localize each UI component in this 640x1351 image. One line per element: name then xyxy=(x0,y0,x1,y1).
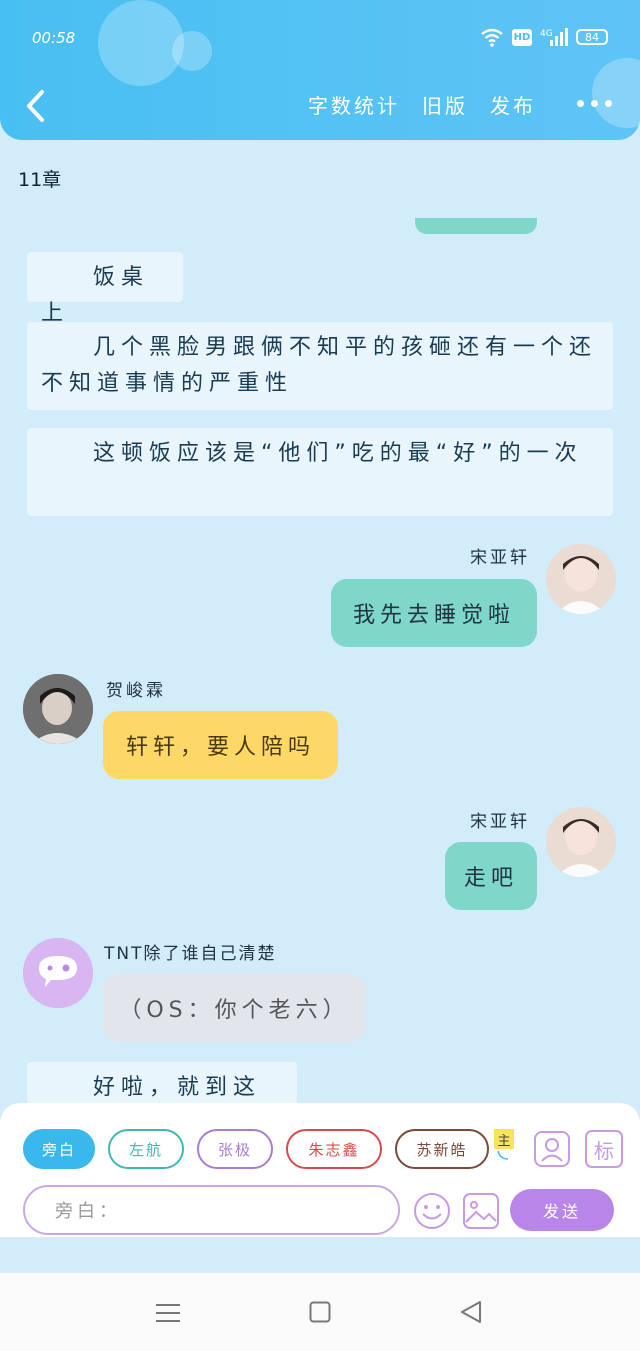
network-type: 4G xyxy=(540,29,553,39)
hd-icon: HD xyxy=(512,28,532,46)
role-chip-zhuzhixin[interactable]: 朱志鑫 xyxy=(286,1129,382,1169)
hook-icon xyxy=(497,1150,509,1160)
battery-icon: 84 xyxy=(576,29,608,45)
sender-name: 宋亚轩 xyxy=(470,812,530,832)
mark-button[interactable]: 标 xyxy=(585,1130,623,1168)
avatar[interactable] xyxy=(546,807,616,877)
decor-bubble xyxy=(98,0,184,86)
narration-block[interactable]: 几个黑脸男跟俩不知平的孩砸还有一个还不知道事情的严重性 xyxy=(27,322,613,410)
back-arrow-icon[interactable] xyxy=(22,88,48,124)
role-chip-narrator[interactable]: 旁白 xyxy=(23,1129,95,1169)
back-triangle-icon[interactable] xyxy=(459,1300,483,1324)
more-icon[interactable] xyxy=(577,100,612,107)
message-bubble[interactable]: 走吧 xyxy=(445,842,537,910)
chat-bubble-avatar-icon xyxy=(23,938,93,1008)
decor-bubble xyxy=(592,58,640,128)
narration-block[interactable]: 饭桌上 xyxy=(27,252,183,326)
role-chip-zhangji[interactable]: 张极 xyxy=(197,1129,273,1169)
message-input[interactable]: 旁白： xyxy=(23,1185,400,1235)
avatar[interactable] xyxy=(23,674,93,744)
image-icon[interactable] xyxy=(462,1192,500,1230)
header-links: 字数统计 旧版 发布 xyxy=(308,90,536,119)
person-avatar-icon xyxy=(546,544,616,614)
sender-name: TNT除了谁自己清楚 xyxy=(104,944,277,964)
sender-name: 宋亚轩 xyxy=(470,548,530,568)
message-bubble[interactable]: 轩轩，要人陪吗 xyxy=(103,711,338,779)
panel-bottom-strip xyxy=(0,1237,640,1273)
chapter-title: 11章 xyxy=(18,169,62,191)
app-header: 00:58 HD 4G 84 字数统计 旧版 发布 xyxy=(0,0,640,140)
publish-link[interactable]: 发布 xyxy=(490,90,536,119)
main-tag-label: 主 xyxy=(494,1129,514,1149)
home-icon[interactable] xyxy=(309,1301,331,1323)
system-navigation-bar xyxy=(0,1273,640,1351)
narration-text: 几个黑脸男跟俩不知平的孩砸还有一个还不知道事情的严重性 xyxy=(41,335,598,396)
character-icon[interactable] xyxy=(533,1130,571,1168)
decor-bubble xyxy=(172,31,212,71)
narration-text: 这顿饭应该是“他们”吃的最“好”的一次 xyxy=(93,441,583,466)
signal-icon: 4G xyxy=(540,28,568,46)
role-chip-zuohang[interactable]: 左航 xyxy=(108,1129,184,1169)
avatar[interactable] xyxy=(546,544,616,614)
narration-block[interactable]: 这顿饭应该是“他们”吃的最“好”的一次 xyxy=(27,428,613,516)
role-chip-suxinhao[interactable]: 苏新皓 xyxy=(395,1129,489,1169)
emoji-icon[interactable] xyxy=(412,1191,452,1231)
status-time: 00:58 xyxy=(32,29,76,47)
send-button[interactable]: 发送 xyxy=(510,1189,614,1231)
avatar[interactable] xyxy=(23,938,93,1008)
wifi-icon xyxy=(481,28,503,47)
main-role-tag[interactable]: 主 xyxy=(494,1129,516,1169)
status-icons: HD 4G 84 xyxy=(480,27,608,47)
old-version-link[interactable]: 旧版 xyxy=(422,90,468,119)
sender-name: 贺峻霖 xyxy=(106,681,166,701)
person-avatar-icon xyxy=(546,807,616,877)
message-bubble[interactable]: （OS：你个老六） xyxy=(103,974,366,1042)
message-bubble[interactable]: 我先去睡觉啦 xyxy=(331,579,537,647)
previous-bubble-edge xyxy=(415,218,537,234)
menu-icon[interactable] xyxy=(156,1303,180,1323)
word-count-link[interactable]: 字数统计 xyxy=(308,90,400,119)
person-avatar-icon xyxy=(23,674,93,744)
